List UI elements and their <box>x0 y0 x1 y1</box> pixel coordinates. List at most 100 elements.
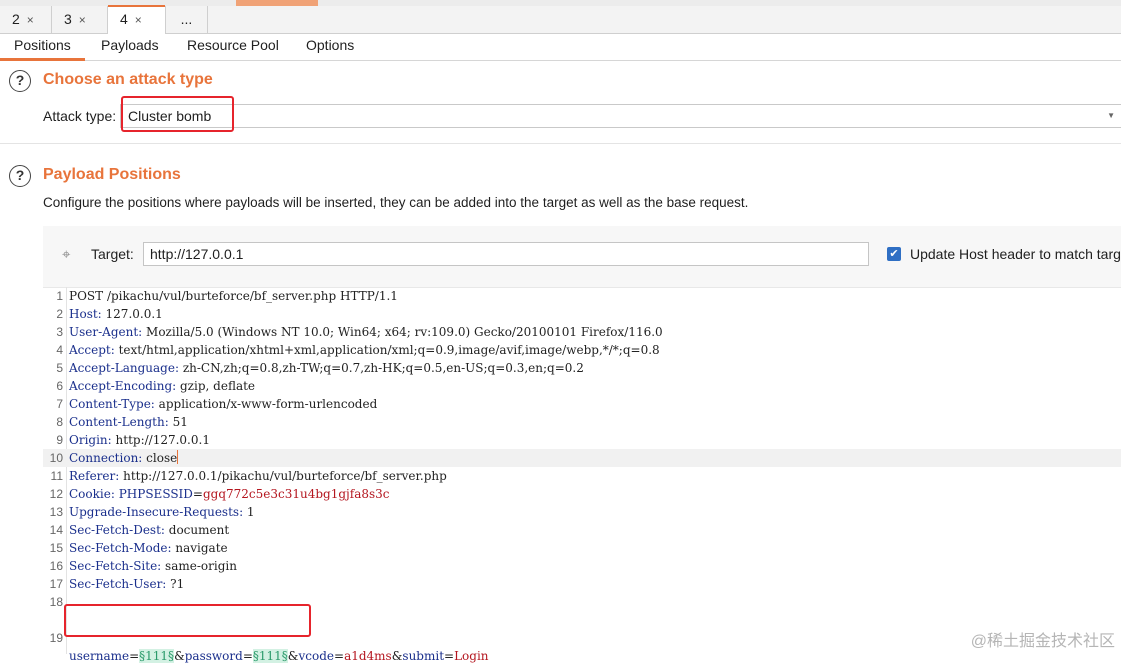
header-value: Mozilla/5.0 (Windows NT 10.0; Win64; x64… <box>142 325 663 339</box>
header-name: Sec-Fetch-Site: <box>69 559 162 573</box>
request-line[interactable]: 12 Cookie: PHPSESSID=ggq772c5e3c31u4bg1gj… <box>43 485 1121 503</box>
header-name: Connection: <box>69 451 143 465</box>
line-code: Content-Type: application/x-www-form-url… <box>69 395 377 413</box>
line-number: 7 <box>56 397 63 411</box>
highlight-box-payload-markers <box>64 604 311 637</box>
attack-type-label: Attack type: <box>43 108 117 124</box>
header-name: Sec-Fetch-Mode: <box>69 541 172 555</box>
request-line[interactable]: 7 Content-Type: application/x-www-form-ur… <box>43 395 1121 413</box>
header-name: Content-Length: <box>69 415 169 429</box>
line-code: Connection: close <box>69 449 179 467</box>
help-icon[interactable]: ? <box>9 165 31 187</box>
text-caret <box>177 450 179 464</box>
target-value: http://127.0.0.1 <box>150 246 244 262</box>
header-name: Content-Type: <box>69 397 155 411</box>
header-value: document <box>164 523 230 537</box>
line-code: User-Agent: Mozilla/5.0 (Windows NT 10.0… <box>69 323 663 341</box>
header-name: Accept: <box>69 343 115 357</box>
request-line[interactable]: 2 Host: 127.0.0.1 <box>43 305 1121 323</box>
close-icon[interactable]: × <box>27 13 34 27</box>
header-name: Sec-Fetch-User: <box>69 577 167 591</box>
line-number: 8 <box>56 415 63 429</box>
line-code: Sec-Fetch-Site: same-origin <box>69 557 237 575</box>
line-code: username=§111§&password=§111§&vcode=a1d4… <box>69 649 489 663</box>
crosshair-icon: ⌖ <box>62 246 71 263</box>
cookie-value: ggq772c5e3c31u4bg1gjfa8s3c <box>202 487 390 501</box>
request-line[interactable]: 1 POST /pikachu/vul/burteforce/bf_server.… <box>43 287 1121 305</box>
tab-label: 4 <box>120 11 128 27</box>
header-value: ?1 <box>166 577 185 591</box>
header-name: Accept-Encoding: <box>69 379 177 393</box>
param-name: password <box>184 649 243 663</box>
request-line[interactable]: 13 Upgrade-Insecure-Requests: 1 <box>43 503 1121 521</box>
line-code: Sec-Fetch-Dest: document <box>69 521 229 539</box>
payload-positions-title: Payload Positions <box>43 166 181 183</box>
header-value: 1 <box>243 505 255 519</box>
target-label: Target: <box>91 246 134 262</box>
line-code: Referer: http://127.0.0.1/pikachu/vul/bu… <box>69 467 447 485</box>
line-number: 1 <box>56 289 63 303</box>
line-number: 17 <box>49 577 63 591</box>
request-line[interactable]: 9 Origin: http://127.0.0.1 <box>43 431 1121 449</box>
request-line[interactable]: 3 User-Agent: Mozilla/5.0 (Windows NT 10.… <box>43 323 1121 341</box>
line-code: Sec-Fetch-User: ?1 <box>69 575 184 593</box>
request-line[interactable]: 4 Accept: text/html,application/xhtml+xml… <box>43 341 1121 359</box>
request-line[interactable]: 5 Accept-Language: zh-CN,zh;q=0.8,zh-TW;q… <box>43 359 1121 377</box>
line-number: 18 <box>49 595 63 609</box>
target-input[interactable]: http://127.0.0.1 <box>143 242 869 266</box>
line-number: 6 <box>56 379 63 393</box>
header-value: http://127.0.0.1 <box>111 433 210 447</box>
payload-marker[interactable]: §111§ <box>139 649 175 663</box>
request-line[interactable]: 11 Referer: http://127.0.0.1/pikachu/vul/… <box>43 467 1121 485</box>
line-number: 9 <box>56 433 63 447</box>
help-icon[interactable]: ? <box>9 70 31 92</box>
tab-resource-pool[interactable]: Resource Pool <box>187 37 279 53</box>
header-name: Origin: <box>69 433 112 447</box>
request-line[interactable]: 14 Sec-Fetch-Dest: document <box>43 521 1121 539</box>
request-line[interactable]: 15 Sec-Fetch-Mode: navigate <box>43 539 1121 557</box>
tab-options[interactable]: Options <box>306 37 354 53</box>
line-number: 2 <box>56 307 63 321</box>
attack-type-select[interactable]: Cluster bomb ▼ <box>120 104 1121 128</box>
update-host-checkbox[interactable]: ✔ <box>887 247 901 261</box>
request-tab-bar: 2 × 3 × 4 × ... <box>0 5 1121 34</box>
line-number: 11 <box>50 469 63 483</box>
request-tab-3[interactable]: 3 × <box>52 6 108 33</box>
section-divider <box>0 143 1121 144</box>
line-number: 15 <box>49 541 63 555</box>
close-icon[interactable]: × <box>79 13 86 27</box>
request-tab-4[interactable]: 4 × <box>108 5 166 34</box>
request-tab-2[interactable]: 2 × <box>0 6 52 33</box>
dropdown-arrow-icon: ▼ <box>1107 111 1115 120</box>
request-line[interactable]: 6 Accept-Encoding: gzip, deflate <box>43 377 1121 395</box>
tab-label: 2 <box>12 11 20 27</box>
header-value: same-origin <box>161 559 237 573</box>
line-number: 10 <box>49 451 63 465</box>
header-value: POST /pikachu/vul/burteforce/bf_server.p… <box>69 289 398 303</box>
header-value: text/html,application/xhtml+xml,applicat… <box>114 343 660 357</box>
param-value: a1d4ms <box>344 649 392 663</box>
request-line[interactable]: 10 Connection: close <box>43 449 1121 467</box>
header-value: close <box>142 451 178 465</box>
header-name: Upgrade-Insecure-Requests: <box>69 505 244 519</box>
header-value: navigate <box>171 541 228 555</box>
tab-payloads[interactable]: Payloads <box>101 37 159 53</box>
request-line[interactable]: 16 Sec-Fetch-Site: same-origin <box>43 557 1121 575</box>
close-icon[interactable]: × <box>135 13 142 27</box>
highlight-box-attack-type <box>121 96 234 132</box>
line-code: Sec-Fetch-Mode: navigate <box>69 539 228 557</box>
header-value: 51 <box>168 415 188 429</box>
request-line[interactable]: 8 Content-Length: 51 <box>43 413 1121 431</box>
line-code: POST /pikachu/vul/burteforce/bf_server.p… <box>69 287 398 305</box>
tab-positions[interactable]: Positions <box>0 37 85 61</box>
request-line[interactable]: 17 Sec-Fetch-User: ?1 <box>43 575 1121 593</box>
header-value: http://127.0.0.1/pikachu/vul/burteforce/… <box>119 469 447 483</box>
param-name: vcode <box>298 649 334 663</box>
payload-marker[interactable]: §111§ <box>252 649 288 663</box>
header-value: 127.0.0.1 <box>101 307 163 321</box>
request-tab-more[interactable]: ... <box>166 6 208 33</box>
tab-label: ... <box>180 11 193 27</box>
line-code: Content-Length: 51 <box>69 413 188 431</box>
header-value: gzip, deflate <box>176 379 256 393</box>
header-name: Host: <box>69 307 102 321</box>
